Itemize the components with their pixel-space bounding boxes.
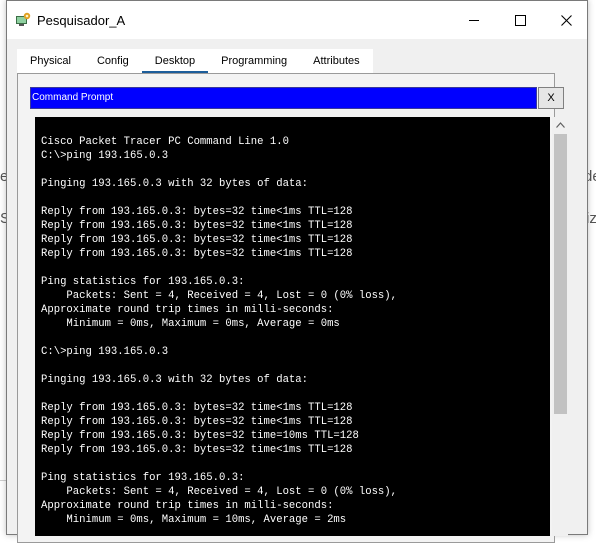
terminal-line: C:\>ping 193.165.0.3 [41,346,169,358]
tab-programming[interactable]: Programming [208,49,301,73]
title-bar[interactable]: Pesquisador_A [7,1,587,39]
terminal-line: C:\>ping 193.165.0.3 [41,150,169,162]
terminal-line: Pinging 193.165.0.3 with 32 bytes of dat… [41,374,309,386]
terminal-line: Pinging 193.165.0.3 with 32 bytes of dat… [41,178,309,190]
command-prompt-header: Command Prompt [30,87,537,109]
terminal-line: Ping statistics for 193.165.0.3: [41,472,245,484]
chevron-up-icon [555,122,565,128]
terminal-output[interactable]: Cisco Packet Tracer PC Command Line 1.0 C… [35,117,550,536]
command-prompt-title: Command Prompt [32,92,114,103]
tab-attributes[interactable]: Attributes [300,49,373,73]
scroll-up-button[interactable] [552,117,568,133]
terminal-line: Approximate round trip times in milli-se… [41,500,334,512]
terminal-line: Reply from 193.165.0.3: bytes=32 time=10… [41,430,359,442]
terminal-line: Reply from 193.165.0.3: bytes=32 time<1m… [41,416,353,428]
pc-device-window: Pesquisador_A Physical Config Desktop Pr… [6,0,588,543]
terminal-line: Reply from 193.165.0.3: bytes=32 time<1m… [41,234,353,246]
minimize-button[interactable] [451,1,497,39]
terminal-lines: Cisco Packet Tracer PC Command Line 1.0 C… [41,135,397,527]
command-prompt-close-button[interactable]: X [538,87,564,109]
minimize-icon [469,19,479,21]
cisco-pc-icon [16,12,31,26]
tab-physical[interactable]: Physical [17,49,84,73]
vertical-scrollbar[interactable] [552,117,568,536]
terminal-line: Minimum = 0ms, Maximum = 0ms, Average = … [41,318,340,330]
terminal-line: Reply from 193.165.0.3: bytes=32 time<1m… [41,206,353,218]
terminal-line: Reply from 193.165.0.3: bytes=32 time<1m… [41,444,353,456]
terminal-line: Reply from 193.165.0.3: bytes=32 time<1m… [41,402,353,414]
tab-bar: Physical Config Desktop Programming Attr… [17,49,373,73]
tab-desktop[interactable]: Desktop [141,49,209,73]
terminal-line: Reply from 193.165.0.3: bytes=32 time<1m… [41,248,353,260]
window-title: Pesquisador_A [37,13,126,28]
terminal-line: Ping statistics for 193.165.0.3: [41,276,245,288]
terminal-line: Reply from 193.165.0.3: bytes=32 time<1m… [41,220,353,232]
terminal-line: Minimum = 0ms, Maximum = 10ms, Average =… [41,514,347,526]
close-icon [560,14,572,26]
terminal-line: Approximate round trip times in milli-se… [41,304,334,316]
maximize-icon [514,14,526,26]
terminal-line: Cisco Packet Tracer PC Command Line 1.0 [41,136,289,148]
close-button[interactable] [543,1,589,39]
scrollbar-thumb[interactable] [554,134,567,414]
maximize-button[interactable] [497,1,543,39]
terminal-line: Packets: Sent = 4, Received = 4, Lost = … [41,486,398,498]
terminal-line: Packets: Sent = 4, Received = 4, Lost = … [41,290,398,302]
tab-config[interactable]: Config [83,49,142,73]
